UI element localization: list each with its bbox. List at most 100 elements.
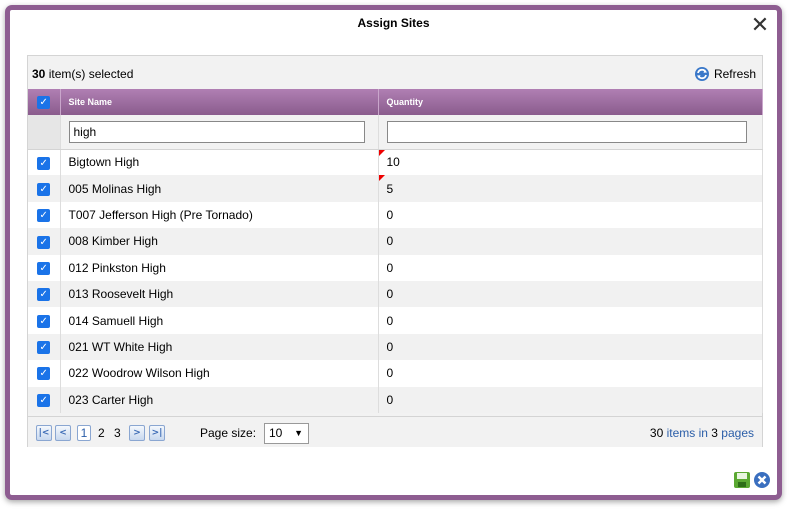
site-name-cell: 021 WT White High — [60, 333, 379, 361]
quantity-cell[interactable]: 0 — [378, 201, 763, 229]
site-name-cell: 008 Kimber High — [60, 228, 379, 255]
selected-count: 30 — [32, 67, 46, 81]
last-page-button[interactable]: >| — [149, 425, 165, 441]
quantity-cell[interactable]: 10 — [378, 149, 763, 176]
pager-page-count: 3 — [711, 426, 718, 440]
row-checkbox[interactable]: ✓ — [28, 333, 61, 361]
select-all-checkbox[interactable]: ✓ — [28, 89, 61, 115]
page-size-select[interactable]: 10 ▼ — [264, 423, 309, 444]
checkbox-check-icon: ✓ — [37, 288, 51, 302]
filter-row — [28, 115, 763, 150]
table-row[interactable]: ✓ 013 Roosevelt High 0 — [28, 280, 763, 308]
quantity-cell[interactable]: 0 — [378, 254, 763, 281]
row-checkbox[interactable]: ✓ — [28, 175, 61, 202]
close-icon[interactable]: ✕ — [749, 15, 771, 38]
quantity-cell[interactable]: 0 — [378, 280, 763, 308]
refresh-button[interactable]: Refresh — [694, 65, 756, 83]
row-checkbox[interactable]: ✓ — [28, 280, 61, 308]
site-name-cell: 023 Carter High — [60, 386, 379, 413]
site-name-filter-input[interactable] — [68, 120, 366, 143]
page-number-1[interactable]: 1 — [77, 425, 91, 441]
table-row[interactable]: ✓ T007 Jefferson High (Pre Tornado) 0 — [28, 201, 763, 229]
checkbox-check-icon: ✓ — [37, 261, 51, 275]
quantity-filter-input[interactable] — [386, 120, 747, 143]
table-row[interactable]: ✓ 008 Kimber High 0 — [28, 228, 763, 255]
sites-table: ✓ Site Name Quantity ✓Bigtown High10✓005… — [28, 89, 763, 413]
dialog-title: Assign Sites — [357, 16, 430, 30]
checkbox-check-icon: ✓ — [37, 341, 51, 355]
table-row[interactable]: ✓ 022 Woodrow Wilson High 0 — [28, 360, 763, 387]
row-checkbox[interactable]: ✓ — [28, 201, 61, 229]
quantity-value: 10 — [386, 155, 400, 170]
checkbox-check-icon: ✓ — [37, 393, 51, 407]
quantity-cell[interactable]: 0 — [378, 360, 763, 387]
site-name-cell: 013 Roosevelt High — [60, 280, 379, 308]
checkbox-check-icon: ✓ — [37, 95, 51, 109]
footer-actions — [733, 471, 771, 489]
pager-info: 30 items in 3 pages — [650, 426, 754, 440]
pager: |< < 1 2 3 > >| Page size: 10 ▼ 30 items … — [28, 416, 762, 447]
first-page-button[interactable]: |< — [36, 425, 52, 441]
prev-page-button[interactable]: < — [55, 425, 71, 441]
quantity-value: 0 — [386, 339, 394, 354]
selected-suffix: item(s) selected — [45, 67, 134, 81]
column-header-site-name[interactable]: Site Name — [60, 89, 379, 115]
table-row[interactable]: ✓ 005 Molinas High 5 — [28, 175, 763, 202]
pager-items-in: items in — [663, 426, 712, 440]
chevron-down-icon: ▼ — [294, 428, 303, 438]
quantity-value: 0 — [386, 234, 394, 249]
cancel-icon[interactable] — [753, 471, 771, 489]
modified-flag-icon — [378, 149, 385, 156]
selection-summary: 30 item(s) selected — [32, 67, 133, 81]
next-page-button[interactable]: > — [129, 425, 145, 441]
quantity-value: 0 — [386, 260, 394, 275]
site-name-cell: Bigtown High — [60, 149, 379, 176]
row-checkbox[interactable]: ✓ — [28, 307, 61, 334]
quantity-cell[interactable]: 0 — [378, 228, 763, 255]
site-name-cell: 022 Woodrow Wilson High — [60, 360, 379, 387]
pager-item-count: 30 — [649, 426, 664, 440]
quantity-value: 0 — [386, 287, 394, 302]
checkbox-check-icon: ✓ — [37, 314, 51, 328]
table-row[interactable]: ✓ 012 Pinkston High 0 — [28, 254, 763, 281]
title-bar: Assign Sites ✕ — [10, 10, 777, 46]
page-number-2[interactable]: 2 — [98, 426, 105, 440]
table-row[interactable]: ✓ 021 WT White High 0 — [28, 333, 763, 361]
quantity-cell[interactable]: 0 — [378, 386, 763, 413]
grid-toolbar: 30 item(s) selected Refresh — [28, 56, 762, 88]
table-row[interactable]: ✓ Bigtown High 10 — [28, 149, 763, 176]
checkbox-check-icon: ✓ — [37, 156, 51, 170]
quantity-value: 5 — [386, 181, 394, 196]
quantity-value: 0 — [386, 366, 394, 381]
modified-flag-icon — [378, 175, 385, 182]
filter-cell-site-name — [60, 115, 379, 150]
table-row[interactable]: ✓ 023 Carter High 0 — [28, 386, 763, 413]
checkbox-check-icon: ✓ — [37, 235, 51, 249]
row-checkbox[interactable]: ✓ — [28, 360, 61, 387]
row-checkbox[interactable]: ✓ — [28, 149, 61, 176]
filter-cell-quantity — [378, 115, 763, 150]
refresh-label: Refresh — [713, 67, 756, 81]
page-number-3[interactable]: 3 — [114, 426, 121, 440]
page-size-label: Page size: — [200, 426, 257, 440]
quantity-cell[interactable]: 5 — [378, 175, 763, 202]
pager-pages-word: pages — [717, 426, 754, 440]
save-icon[interactable] — [733, 471, 751, 489]
quantity-cell[interactable]: 0 — [378, 307, 763, 334]
row-checkbox[interactable]: ✓ — [28, 386, 61, 413]
table-row[interactable]: ✓ 014 Samuell High 0 — [28, 307, 763, 334]
row-checkbox[interactable]: ✓ — [28, 228, 61, 255]
quantity-cell[interactable]: 0 — [378, 333, 763, 361]
checkbox-check-icon: ✓ — [37, 367, 51, 381]
assign-sites-dialog: Assign Sites ✕ 30 item(s) selected Refre… — [5, 5, 782, 500]
site-name-cell: 012 Pinkston High — [60, 254, 379, 281]
quantity-value: 0 — [386, 392, 394, 407]
quantity-value: 0 — [386, 207, 394, 222]
header-row: ✓ Site Name Quantity — [28, 89, 763, 115]
row-checkbox[interactable]: ✓ — [28, 254, 61, 281]
sites-grid: 30 item(s) selected Refresh ✓ Site Name … — [27, 55, 763, 447]
filter-spacer — [28, 115, 61, 150]
site-name-cell: 014 Samuell High — [60, 307, 379, 334]
quantity-value: 0 — [386, 313, 394, 328]
column-header-quantity[interactable]: Quantity — [378, 89, 763, 115]
